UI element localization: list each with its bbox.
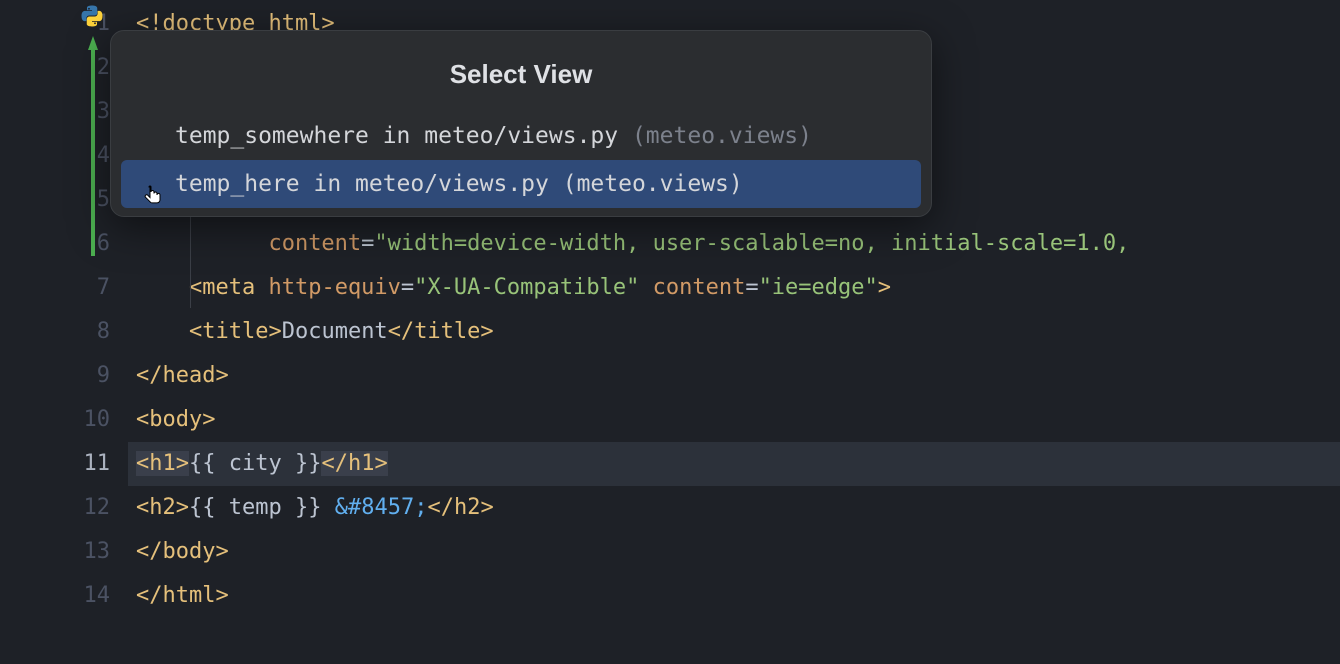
line-number[interactable]: 4 bbox=[0, 134, 128, 178]
gutter: 1234567891011121314 bbox=[0, 0, 128, 664]
code-line-10[interactable]: <body> bbox=[128, 398, 1340, 442]
line-number[interactable]: 10 bbox=[0, 398, 128, 442]
code-line-14[interactable]: </html> bbox=[128, 574, 1340, 618]
popup-item-label: temp_somewhere in meteo/views.py bbox=[175, 123, 618, 149]
line-number[interactable]: 3 bbox=[0, 90, 128, 134]
line-number[interactable]: 12 bbox=[0, 486, 128, 530]
cursor-pointer-icon bbox=[140, 184, 164, 208]
code-line-9[interactable]: </head> bbox=[128, 354, 1340, 398]
python-icon bbox=[80, 4, 104, 28]
code-line-11[interactable]: <h1>{{ city }}</h1> bbox=[128, 442, 1340, 486]
popup-item-label: temp_here in meteo/views.py (meteo.views… bbox=[175, 171, 743, 197]
line-number[interactable]: 9 bbox=[0, 354, 128, 398]
line-number[interactable]: 6 bbox=[0, 222, 128, 266]
code-line-8[interactable]: <title>Document</title> bbox=[128, 310, 1340, 354]
code-line-13[interactable]: </body> bbox=[128, 530, 1340, 574]
popup-item[interactable]: temp_somewhere in meteo/views.py (meteo.… bbox=[121, 112, 921, 160]
line-number[interactable]: 1 bbox=[0, 2, 128, 46]
line-number[interactable]: 14 bbox=[0, 574, 128, 618]
line-number[interactable]: 2 bbox=[0, 46, 128, 90]
popup-list: temp_somewhere in meteo/views.py (meteo.… bbox=[111, 112, 931, 208]
line-number[interactable]: 8 bbox=[0, 310, 128, 354]
line-number[interactable]: 13 bbox=[0, 530, 128, 574]
popup-title: Select View bbox=[111, 31, 931, 112]
code-line-12[interactable]: <h2>{{ temp }} &#8457;</h2> bbox=[128, 486, 1340, 530]
popup-item-hint: (meteo.views) bbox=[618, 123, 812, 149]
gutter-arrow-icon bbox=[88, 36, 98, 256]
line-number[interactable]: 7 bbox=[0, 266, 128, 310]
select-view-popup: Select View temp_somewhere in meteo/view… bbox=[110, 30, 932, 217]
code-line-6[interactable]: content="width=device-width, user-scalab… bbox=[128, 222, 1340, 266]
line-number[interactable]: 11 bbox=[0, 442, 128, 486]
popup-item[interactable]: temp_here in meteo/views.py (meteo.views… bbox=[121, 160, 921, 208]
code-line-7[interactable]: <meta http-equiv="X-UA-Compatible" conte… bbox=[128, 266, 1340, 310]
line-number[interactable]: 5 bbox=[0, 178, 128, 222]
